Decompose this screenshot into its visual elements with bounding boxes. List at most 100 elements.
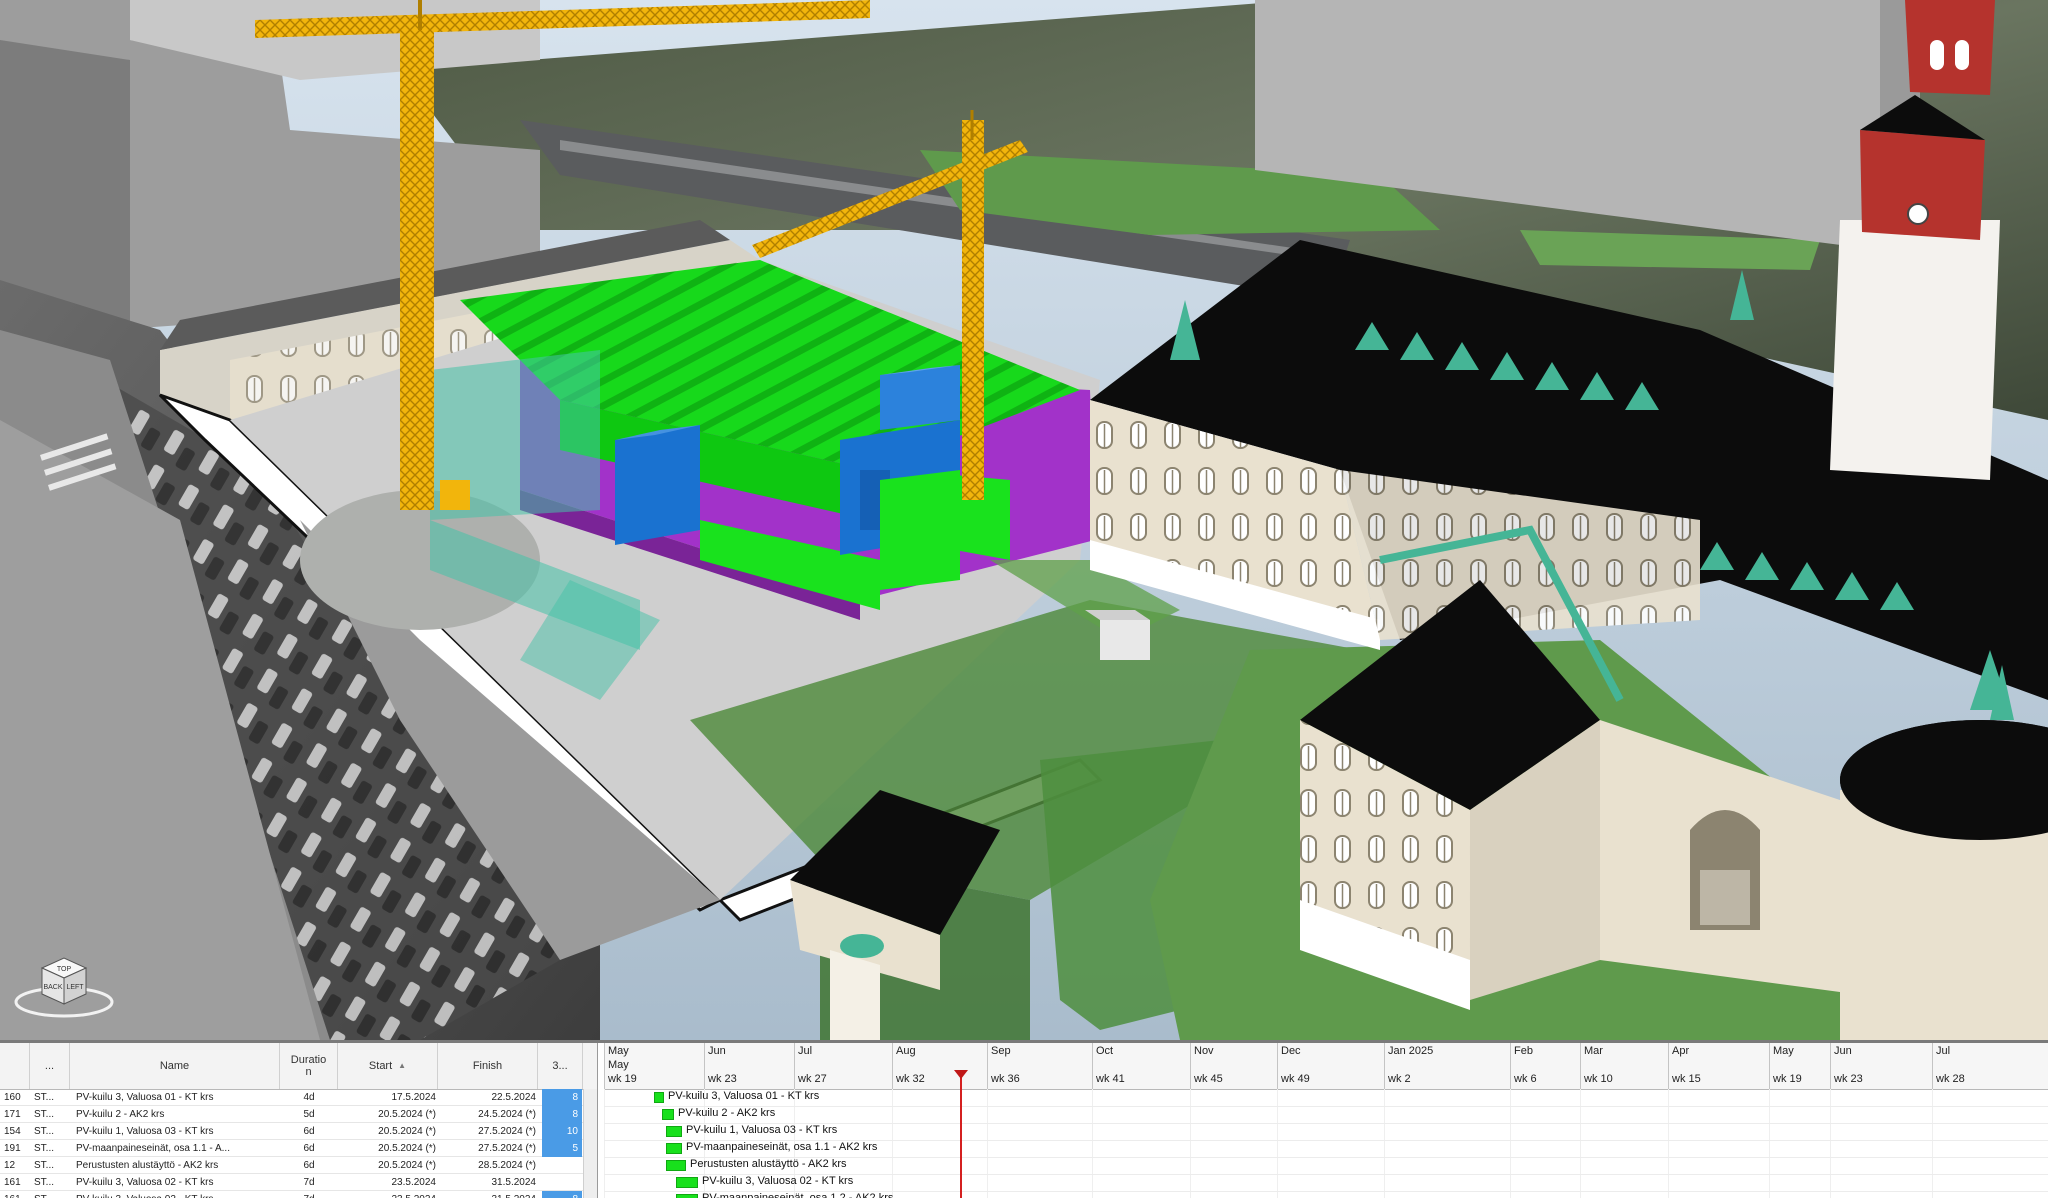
col-header-type[interactable]: ...	[30, 1043, 70, 1089]
task-id-cell: 171	[4, 1109, 21, 1120]
task-start-cell: 20.5.2024 (*)	[378, 1126, 436, 1137]
cube-face-back[interactable]: BACK	[43, 984, 62, 991]
task-name-cell: PV-kuilu 1, Valuosa 03 - KT krs	[76, 1126, 214, 1137]
gantt-task-bar[interactable]	[676, 1177, 698, 1188]
timeline-month: Mar	[1584, 1045, 1603, 1057]
timeline-month: Jan 2025	[1388, 1045, 1434, 1057]
timeline-month: Nov	[1194, 1045, 1214, 1057]
gantt-timeline-header: May Jun Jul Aug Sep Oct Nov Dec Jan 2025 Feb Mar Ap…	[604, 1043, 2048, 1090]
gantt-body[interactable]: PV-kuilu 3, Valuosa 01 - KT krs PV-kuilu …	[604, 1089, 2048, 1198]
timeline-week: wk 10	[1584, 1073, 1613, 1085]
timeline-week: wk 23	[1834, 1073, 1863, 1085]
timeline-month: May	[1773, 1045, 1794, 1057]
task-rows: 160 ST... PV-kuilu 3, Valuosa 01 - KT krs 4…	[0, 1089, 597, 1198]
task-type-cell: ST...	[34, 1160, 55, 1171]
task-grid-header: ... Name Duratio n Start ▲ Finish 3...	[0, 1043, 597, 1090]
gantt-task-label: PV-kuilu 1, Valuosa 03 - KT krs	[686, 1124, 838, 1136]
gantt-task-label: PV-maanpaineseinät, osa 1.2 - AK2 krs	[702, 1192, 894, 1198]
task-row[interactable]: 171 ST... PV-kuilu 2 - AK2 krs 5d 20.5.2024 …	[0, 1106, 597, 1123]
task-start-cell: 20.5.2024 (*)	[378, 1109, 436, 1120]
task-type-cell: ST...	[34, 1177, 55, 1188]
gantt-task-bar[interactable]	[666, 1143, 682, 1154]
task-status-cell	[542, 1174, 582, 1191]
task-grid-scrollbar[interactable]	[583, 1089, 597, 1198]
timeline-month-divider	[987, 1043, 988, 1089]
task-row[interactable]: 191 ST... PV-maanpaineseinät, osa 1.1 - A.…	[0, 1140, 597, 1157]
col-header-start[interactable]: Start ▲	[338, 1043, 438, 1089]
col-header-id[interactable]	[0, 1043, 30, 1089]
col-header-finish[interactable]: Finish	[438, 1043, 538, 1089]
task-row[interactable]: 161 ST... PV-kuilu 3, Valuosa 02 - KT krs 7…	[0, 1174, 597, 1191]
task-type-cell: ST...	[34, 1109, 55, 1120]
task-name-cell: PV-kuilu 2 - AK2 krs	[76, 1109, 165, 1120]
task-duration-cell: 5d	[303, 1109, 315, 1120]
timeline-week: wk 19	[1773, 1073, 1802, 1085]
timeline-week: wk 32	[896, 1073, 925, 1085]
timeline-month-divider	[1510, 1043, 1511, 1089]
timeline-month-divider	[1668, 1043, 1669, 1089]
timeline-week: wk 49	[1281, 1073, 1310, 1085]
task-id-cell: 160	[4, 1092, 21, 1103]
gantt-row-line	[604, 1106, 2048, 1107]
task-row[interactable]: 12 ST... Perustusten alustäyttö - AK2 krs 6…	[0, 1157, 597, 1174]
task-finish-cell: 28.5.2024 (*)	[478, 1160, 536, 1171]
today-line	[960, 1073, 962, 1198]
timeline-month: Oct	[1096, 1045, 1114, 1057]
timeline-week: wk 6	[1514, 1073, 1537, 1085]
timeline-month: Apr	[1672, 1045, 1690, 1057]
task-start-cell: 23.5.2024	[391, 1177, 437, 1188]
timeline-month: Jun	[1834, 1045, 1852, 1057]
gantt-task-bar[interactable]	[662, 1109, 674, 1120]
timeline-week: wk 15	[1672, 1073, 1701, 1085]
sort-ascending-icon: ▲	[398, 1061, 407, 1070]
timeline-month: Aug	[896, 1045, 916, 1057]
gantt-task-label: PV-kuilu 2 - AK2 krs	[678, 1107, 776, 1119]
task-duration-cell: 6d	[303, 1160, 315, 1171]
gantt-chart: May Jun Jul Aug Sep Oct Nov Dec Jan 2025 Feb Mar Ap…	[604, 1043, 2048, 1198]
task-status-cell: 5	[542, 1140, 582, 1157]
col-header-name[interactable]: Name	[70, 1043, 280, 1089]
timeline-month-divider	[794, 1043, 795, 1089]
task-duration-cell: 6d	[303, 1126, 315, 1137]
cube-face-top[interactable]: TOP	[57, 966, 72, 973]
col-header-extra[interactable]: 3...	[538, 1043, 583, 1089]
timeline-month-divider	[1769, 1043, 1770, 1089]
task-id-cell: 12	[4, 1160, 16, 1171]
timeline-week: wk 19	[608, 1073, 637, 1085]
timeline-month-divider	[1830, 1043, 1831, 1089]
task-status-cell: 8	[542, 1106, 582, 1123]
gantt-task-bar[interactable]	[654, 1092, 664, 1103]
task-name-cell: PV-kuilu 3, Valuosa 01 - KT krs	[76, 1092, 214, 1103]
timeline-week: wk 28	[1936, 1073, 1965, 1085]
task-row[interactable]: 154 ST... PV-kuilu 1, Valuosa 03 - KT krs 6…	[0, 1123, 597, 1140]
task-finish-cell: 27.5.2024 (*)	[478, 1143, 536, 1154]
task-id-cell: 154	[4, 1126, 21, 1137]
navigation-cube[interactable]: TOP BACK LEFT	[12, 940, 116, 1020]
timeline-month: May	[608, 1045, 629, 1057]
gantt-task-label: PV-kuilu 3, Valuosa 01 - KT krs	[668, 1090, 820, 1102]
timeline-month: Jun	[708, 1045, 726, 1057]
timeline-month: Sep	[991, 1045, 1011, 1057]
timeline-month: Feb	[1514, 1045, 1533, 1057]
timeline-month-divider	[1384, 1043, 1385, 1089]
timeline-week: wk 23	[708, 1073, 737, 1085]
cube-face-left[interactable]: LEFT	[66, 984, 84, 991]
task-id-cell: 161	[4, 1177, 21, 1188]
gantt-task-bar[interactable]	[666, 1126, 682, 1137]
task-status-cell: 8	[542, 1089, 582, 1106]
3d-model-viewport[interactable]: TOP BACK LEFT	[0, 0, 2048, 1040]
task-finish-cell: 24.5.2024 (*)	[478, 1109, 536, 1120]
today-marker-icon[interactable]	[954, 1070, 968, 1079]
task-start-cell: 20.5.2024 (*)	[378, 1160, 436, 1171]
col-header-duration[interactable]: Duratio n	[280, 1043, 338, 1089]
timeline-month-divider	[1277, 1043, 1278, 1089]
gantt-task-bar[interactable]	[666, 1160, 686, 1171]
gantt-task-label: PV-kuilu 3, Valuosa 02 - KT krs	[702, 1175, 854, 1187]
construction-site-model	[0, 0, 2048, 1040]
task-type-cell: ST...	[34, 1143, 55, 1154]
task-row[interactable]: 160 ST... PV-kuilu 3, Valuosa 01 - KT krs 4…	[0, 1089, 597, 1106]
task-start-cell: 17.5.2024	[391, 1092, 437, 1103]
task-status-cell	[542, 1157, 582, 1174]
task-grid: ... Name Duratio n Start ▲ Finish 3... 1…	[0, 1043, 598, 1198]
task-duration-cell: 7d	[303, 1177, 315, 1188]
